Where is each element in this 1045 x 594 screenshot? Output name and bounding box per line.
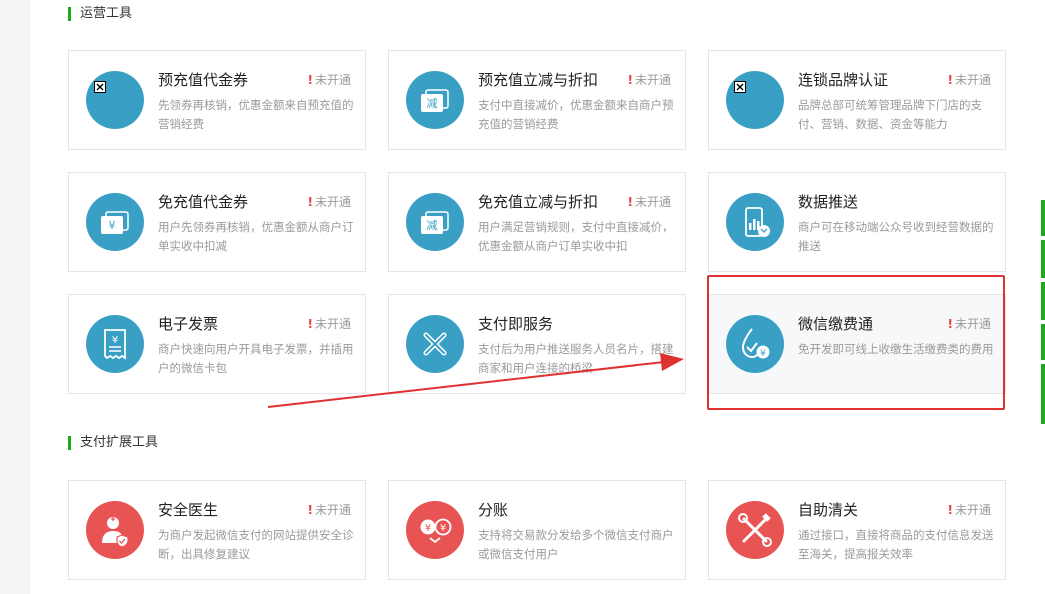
section-title-ext: 支付扩展工具 (68, 436, 158, 450)
card-title: 连锁品牌认证 (798, 71, 889, 89)
card-description: 支持将交易款分发给多个微信支付商户或微信支付用户 (478, 528, 674, 561)
card-description: 支付后为用户推送服务人员名片，搭建商家和用户连接的桥梁 (478, 342, 674, 375)
tool-card-chain-brand[interactable]: 连锁品牌认证 ! 未开通 品牌总部可统筹管理品牌下门店的支付、营销、数据、资金等能… (708, 50, 1006, 150)
invoice-icon: ¥ (86, 315, 144, 373)
card-description: 品牌总部可统筹管理品牌下门店的支付、营销、数据、资金等能力 (798, 98, 982, 131)
scrollbar-indicator[interactable] (1041, 364, 1045, 424)
tool-card-data-push[interactable]: 数据推送 商户可在移动端公众号收到经营数据的推送 (708, 172, 1006, 272)
customs-tools-icon (726, 501, 784, 559)
status-label: ! 未开通 (627, 195, 672, 209)
tool-card-profit-sharing[interactable]: ¥ ¥ 分账 支持将交易款分发给多个微信支付商户或微信支付用户 (388, 480, 686, 580)
status-label (989, 193, 991, 207)
card-title: 安全医生 (158, 501, 219, 519)
card-description: 商户可在移动端公众号收到经营数据的推送 (798, 220, 994, 253)
icon-circle (86, 71, 144, 129)
card-title: 分账 (478, 501, 509, 519)
discount-ticket-icon: 减 (406, 71, 464, 129)
tool-card-free-discount[interactable]: 减 免充值立减与折扣 ! 未开通 用户满足营销规则，支付中直接减价，优惠金额从商户… (388, 172, 686, 272)
card-title: 预充值立减与折扣 (478, 71, 599, 89)
status-label: ! 未开通 (307, 503, 352, 517)
card-description: 用户先领券再核销，优惠金额从商户订单实收中扣减 (158, 220, 354, 253)
card-title: 数据推送 (798, 193, 859, 211)
card-title: 支付即服务 (478, 315, 554, 333)
section-title-ops: 运营工具 (68, 7, 132, 21)
phone-chart-icon (726, 193, 784, 251)
status-label (669, 315, 671, 329)
annotation-highlight-box (707, 275, 1005, 410)
status-label: ! 未开通 (627, 73, 672, 87)
svg-text:¥: ¥ (112, 335, 118, 346)
tool-card-e-invoice[interactable]: ¥ 电子发票 ! 未开通 商户快速向用户开具电子发票，并插用户的微信卡包 (68, 294, 366, 394)
card-title: 免充值代金券 (158, 193, 249, 211)
svg-text:减: 减 (427, 219, 438, 232)
status-label (669, 501, 671, 515)
card-description: 通过接口，直接将商品的支付信息发送至海关，提高报关效率 (798, 528, 994, 561)
card-description: 用户满足营销规则，支付中直接减价，优惠金额从商户订单实收中扣 (478, 220, 674, 253)
svg-text:¥: ¥ (109, 219, 116, 232)
tool-card-security-doctor[interactable]: 安全医生 ! 未开通 为商户发起微信支付的网站提供安全诊断，出具修复建议 (68, 480, 366, 580)
card-description: 先领券再核销，优惠金额来自预充值的营销经费 (158, 98, 354, 131)
icon-circle (726, 71, 784, 129)
status-label: ! 未开通 (307, 317, 352, 331)
tool-card-prepaid-discount[interactable]: 减 预充值立减与折扣 ! 未开通 支付中直接减价，优惠金额来自商户预充值的营销经费 (388, 50, 686, 150)
status-label: ! 未开通 (947, 73, 992, 87)
card-title: 电子发票 (158, 315, 219, 333)
tool-card-pay-service[interactable]: 支付即服务 支付后为用户推送服务人员名片，搭建商家和用户连接的桥梁 (388, 294, 686, 394)
broken-image-icon (94, 81, 106, 93)
svg-text:¥: ¥ (425, 523, 431, 534)
tool-card-customs-clearance[interactable]: 自助清关 ! 未开通 通过接口，直接将商品的支付信息发送至海关，提高报关效率 (708, 480, 1006, 580)
svg-text:¥: ¥ (440, 523, 446, 534)
status-label: ! 未开通 (307, 195, 352, 209)
card-description: 商户快速向用户开具电子发票，并插用户的微信卡包 (158, 342, 354, 375)
yuan-ticket-icon: ¥ (86, 193, 144, 251)
card-title: 预充值代金券 (158, 71, 249, 89)
card-description: 为商户发起微信支付的网站提供安全诊断，出具修复建议 (158, 528, 354, 561)
card-title: 自助清关 (798, 501, 859, 519)
split-yuan-icon: ¥ ¥ (406, 501, 464, 559)
service-link-icon (406, 315, 464, 373)
svg-text:减: 减 (427, 97, 438, 110)
status-label: ! 未开通 (307, 73, 352, 87)
card-title: 免充值立减与折扣 (478, 193, 599, 211)
broken-image-icon (734, 81, 746, 93)
scrollbar-indicator[interactable] (1041, 240, 1045, 278)
tool-card-prepaid-coupon[interactable]: 预充值代金券 ! 未开通 先领券再核销，优惠金额来自预充值的营销经费 (68, 50, 366, 150)
status-label: ! 未开通 (947, 503, 992, 517)
card-description: 支付中直接减价，优惠金额来自商户预充值的营销经费 (478, 98, 674, 131)
scrollbar-indicator[interactable] (1041, 200, 1045, 236)
tool-card-free-coupon[interactable]: ¥ 免充值代金券 ! 未开通 用户先领券再核销，优惠金额从商户订单实收中扣减 (68, 172, 366, 272)
scrollbar-indicator[interactable] (1041, 282, 1045, 320)
scrollbar-indicator[interactable] (1041, 324, 1045, 360)
doctor-icon (86, 501, 144, 559)
discount-ticket-icon: 减 (406, 193, 464, 251)
